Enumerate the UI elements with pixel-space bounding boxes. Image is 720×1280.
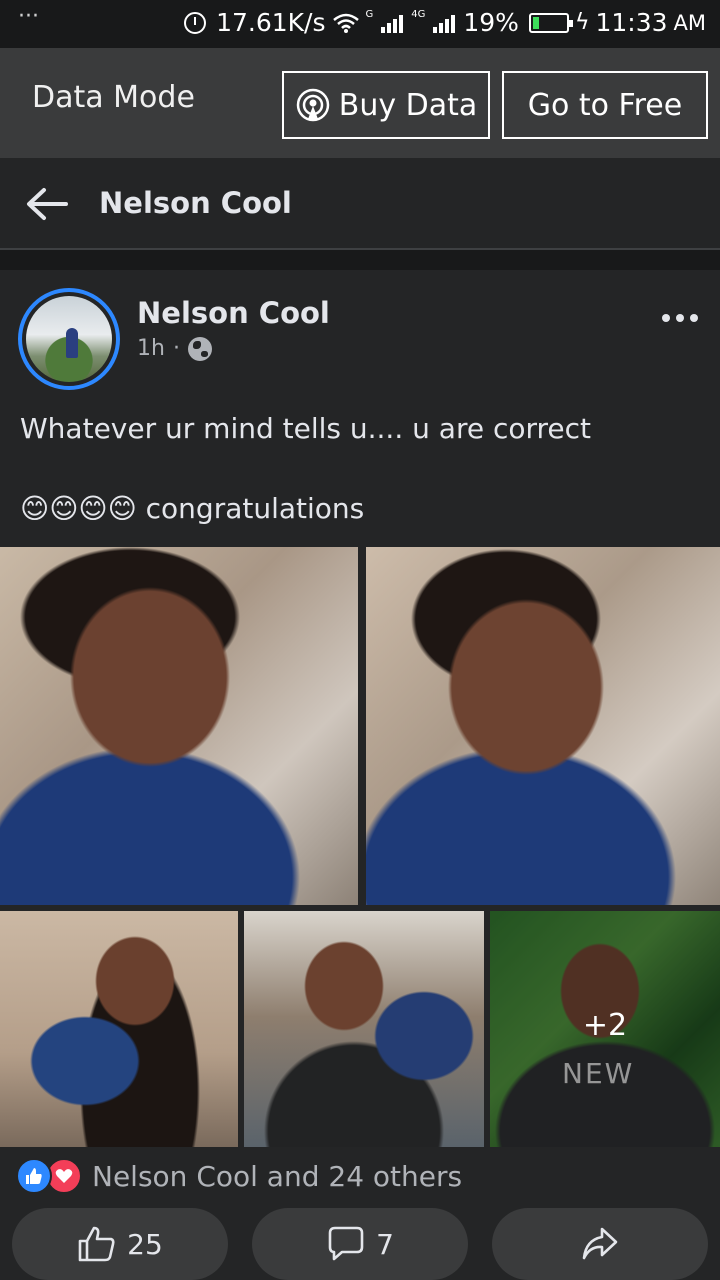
post-photo-3[interactable]: [0, 911, 238, 1147]
signal-icon-2: [433, 13, 456, 33]
section-divider: [0, 250, 720, 270]
comment-icon: [328, 1226, 364, 1261]
clock-ampm: AM: [673, 10, 706, 35]
signal2-tag: 4G: [411, 8, 426, 20]
network-speed: 17.61K/s: [216, 8, 326, 37]
post-text-line-2: 😊😊😊😊 congratulations: [20, 492, 365, 525]
post-time[interactable]: 1h: [137, 336, 165, 361]
post-author[interactable]: Nelson Cool: [137, 296, 330, 330]
more-photos-overlay: +2: [490, 911, 720, 1147]
like-reaction-icon: [16, 1158, 52, 1194]
battery-icon: [528, 12, 573, 33]
data-mode-bar: Data Mode Buy Data Go to Free: [0, 48, 720, 158]
post-photo-2[interactable]: [366, 547, 720, 905]
reactions-summary[interactable]: Nelson Cool and 24 others: [16, 1158, 462, 1194]
like-button[interactable]: 25: [12, 1208, 228, 1280]
go-to-free-label: Go to Free: [527, 87, 683, 123]
signal1-tag: G: [365, 8, 374, 20]
status-bar: ··· 17.61K/s G 4G 19% ϟ 11:33 AM: [0, 0, 720, 48]
post-photo-5[interactable]: NEW +2: [490, 911, 720, 1147]
signal-icon: [381, 13, 404, 33]
reactions-names: Nelson Cool and 24 others: [92, 1159, 463, 1193]
go-to-free-button[interactable]: Go to Free: [502, 71, 708, 139]
meta-separator: ·: [172, 336, 180, 361]
battery-level: [532, 16, 539, 29]
wifi-icon: [332, 13, 359, 33]
comment-button[interactable]: 7: [252, 1208, 468, 1280]
battery-percent: 19%: [463, 8, 519, 37]
status-right: 17.61K/s G 4G 19% ϟ 11:33 AM: [184, 8, 706, 37]
buy-data-button[interactable]: Buy Data: [282, 71, 490, 139]
share-arrow-icon: [582, 1227, 618, 1260]
post-actions: 25 7: [0, 1208, 720, 1280]
alarm-clock-icon: [184, 11, 207, 34]
post-meta: 1h ·: [137, 336, 212, 361]
clock-time: 11:33: [595, 8, 668, 37]
post-photo-4[interactable]: [244, 911, 484, 1147]
charging-bolt-icon: ϟ: [574, 10, 590, 35]
data-mode-label: Data Mode: [32, 80, 195, 115]
broadcast-icon: [296, 88, 329, 122]
share-button[interactable]: [492, 1208, 708, 1280]
page-header: Nelson Cool: [0, 158, 720, 250]
post-card: Nelson Cool 1h · Whatever ur mind tells …: [0, 270, 720, 1280]
more-options-icon[interactable]: [662, 314, 698, 322]
back-arrow-icon[interactable]: [24, 184, 68, 224]
page-title: Nelson Cool: [99, 186, 292, 220]
comment-count: 7: [376, 1227, 394, 1261]
avatar-photo: [26, 296, 112, 382]
avatar[interactable]: [18, 288, 120, 390]
more-photos-count: +2: [582, 1007, 628, 1043]
post-text-line-1: Whatever ur mind tells u.... u are corre…: [20, 412, 592, 445]
thumbs-up-icon: [78, 1226, 115, 1262]
notification-dots: ···: [18, 4, 39, 29]
globe-icon: [187, 336, 212, 361]
buy-data-label: Buy Data: [338, 87, 478, 123]
post-photo-1[interactable]: [0, 547, 358, 905]
like-count: 25: [127, 1227, 163, 1261]
